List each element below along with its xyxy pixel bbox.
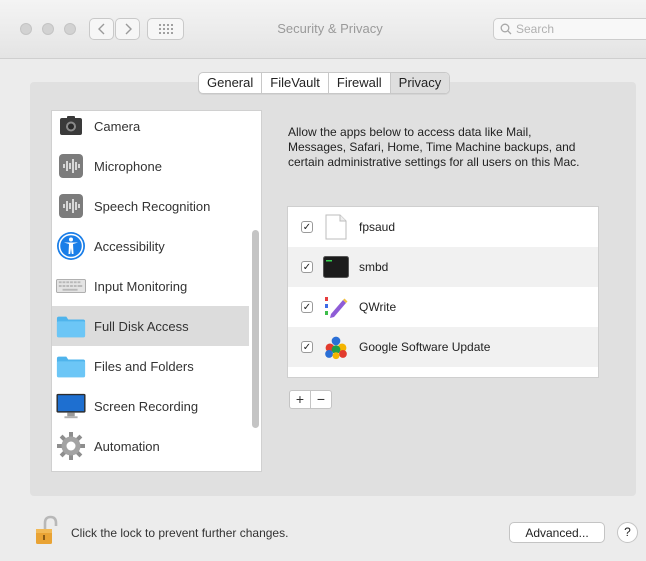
folder-icon — [56, 351, 86, 381]
sidebar-item-label: Full Disk Access — [94, 318, 189, 334]
sidebar-item-speech-recognition[interactable]: Speech Recognition — [52, 186, 249, 226]
app-label: smbd — [359, 260, 389, 274]
privacy-description: Allow the apps below to access data like… — [288, 125, 580, 169]
qwrite-icon — [323, 294, 349, 320]
tab-filevault[interactable]: FileVault — [261, 73, 328, 93]
folder-icon — [56, 311, 86, 341]
document-icon — [323, 214, 349, 240]
app-label: fpsaud — [359, 220, 396, 234]
keyboard-icon — [56, 271, 86, 301]
show-all-button[interactable] — [147, 18, 184, 40]
app-checkbox[interactable]: ✓ — [301, 341, 313, 353]
sidebar-item-camera[interactable]: Camera — [52, 111, 249, 146]
google-software-update-icon — [323, 334, 349, 360]
search-input[interactable] — [514, 21, 638, 37]
tab-privacy[interactable]: Privacy — [389, 73, 450, 93]
chevron-left-icon — [97, 23, 104, 35]
speech-recognition-icon — [56, 191, 86, 221]
sidebar-item-label: Microphone — [94, 158, 162, 174]
preferences-window: Security & Privacy General FileVault Fir… — [0, 0, 646, 561]
app-list: ✓ fpsaud ✓ smbd ✓ QWrite ✓ Google Softwa… — [287, 206, 599, 378]
add-remove-control: + − — [289, 390, 332, 409]
minimize-window-button[interactable] — [42, 23, 54, 35]
tab-firewall[interactable]: Firewall — [327, 73, 390, 93]
title-bar: Security & Privacy — [0, 0, 646, 59]
display-icon — [56, 391, 86, 421]
add-app-button[interactable]: + — [290, 391, 310, 408]
remove-app-button[interactable]: − — [310, 391, 331, 408]
sidebar-item-screen-recording[interactable]: Screen Recording — [52, 386, 249, 426]
chevron-right-icon — [125, 23, 132, 35]
app-row-qwrite[interactable]: ✓ QWrite — [288, 287, 598, 327]
sidebar-item-label: Camera — [94, 118, 141, 134]
sidebar-scrollbar[interactable] — [252, 230, 259, 428]
app-row-google-software-update[interactable]: ✓ Google Software Update — [288, 327, 598, 367]
forward-button[interactable] — [115, 18, 140, 40]
tab-bar: General FileVault Firewall Privacy — [198, 72, 451, 94]
app-checkbox[interactable]: ✓ — [301, 221, 313, 233]
app-checkbox[interactable]: ✓ — [301, 301, 313, 313]
advanced-button[interactable]: Advanced... — [509, 522, 605, 543]
tab-general[interactable]: General — [199, 73, 261, 93]
app-label: QWrite — [359, 300, 397, 314]
app-checkbox[interactable]: ✓ — [301, 261, 313, 273]
camera-icon — [56, 111, 86, 141]
gear-icon — [56, 431, 86, 461]
help-button[interactable]: ? — [617, 522, 638, 543]
sidebar-item-input-monitoring[interactable]: Input Monitoring — [52, 266, 249, 306]
app-label: Google Software Update — [359, 340, 491, 354]
lock-icon[interactable] — [34, 514, 60, 551]
lock-status-text: Click the lock to prevent further change… — [71, 526, 289, 540]
terminal-icon — [323, 254, 349, 280]
sidebar-item-microphone[interactable]: Microphone — [52, 146, 249, 186]
sidebar-item-label: Automation — [94, 438, 160, 454]
sidebar-item-accessibility[interactable]: Accessibility — [52, 226, 249, 266]
sidebar-item-full-disk-access[interactable]: Full Disk Access — [52, 306, 249, 346]
zoom-window-button[interactable] — [64, 23, 76, 35]
grid-icon — [158, 24, 173, 34]
sidebar-item-label: Input Monitoring — [94, 278, 188, 294]
window-title: Security & Privacy — [277, 21, 383, 36]
app-row-smbd[interactable]: ✓ smbd — [288, 247, 598, 287]
sidebar-item-label: Screen Recording — [94, 398, 199, 414]
close-window-button[interactable] — [20, 23, 32, 35]
sidebar-item-label: Accessibility — [94, 238, 165, 254]
sidebar-item-automation[interactable]: Automation — [52, 426, 249, 466]
search-icon — [500, 23, 512, 35]
sidebar-item-files-and-folders[interactable]: Files and Folders — [52, 346, 249, 386]
search-field[interactable] — [493, 18, 646, 40]
sidebar-item-label: Speech Recognition — [94, 198, 211, 214]
app-row-fpsaud[interactable]: ✓ fpsaud — [288, 207, 598, 247]
privacy-category-list: Camera Microphone Speech Recognition Acc… — [51, 110, 262, 472]
accessibility-icon — [56, 231, 86, 261]
sidebar-item-label: Files and Folders — [94, 358, 194, 374]
back-button[interactable] — [89, 18, 114, 40]
microphone-icon — [56, 151, 86, 181]
